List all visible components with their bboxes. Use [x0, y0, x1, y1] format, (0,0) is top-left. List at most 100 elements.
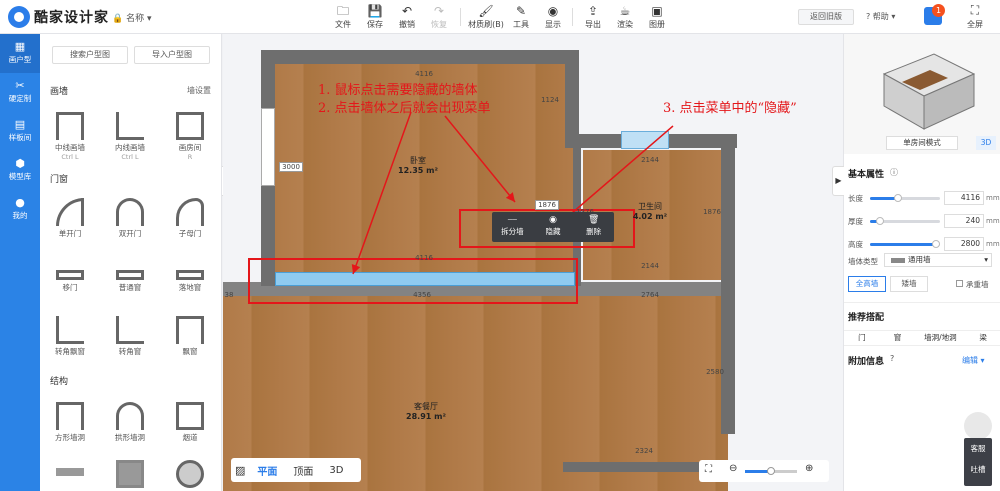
- beam-item[interactable]: [44, 460, 96, 478]
- help-menu[interactable]: ? 帮助 ▾: [866, 11, 895, 22]
- undo-button[interactable]: ↶ 撤销: [390, 3, 424, 30]
- project-name[interactable]: 🔒 名称 ▾: [112, 11, 151, 24]
- help-icon[interactable]: ?: [890, 354, 894, 363]
- square-opening-item[interactable]: 方形墙洞: [44, 402, 96, 443]
- tool-button[interactable]: ✎ 工具: [504, 3, 538, 30]
- nav-custom[interactable]: ✂ 硬定制: [0, 73, 40, 112]
- full-height-wall-tab[interactable]: 全高墙: [848, 276, 886, 292]
- square-pillar-item[interactable]: [104, 460, 156, 490]
- divider: [844, 302, 1000, 303]
- room-label-living[interactable]: 客餐厅 28.91 m²: [391, 402, 461, 422]
- zoom-out-icon[interactable]: ⊖: [729, 463, 737, 474]
- center-wall-tool[interactable]: 中线画墙 Ctrl L: [44, 112, 96, 161]
- dim-label: 4356: [413, 291, 431, 299]
- album-button[interactable]: ▣ 图册: [640, 3, 674, 30]
- bearing-wall-checkbox[interactable]: 承重墙: [956, 279, 989, 290]
- item-label: 移门: [62, 283, 78, 292]
- sliding-door-item[interactable]: 移门: [44, 260, 96, 293]
- mother-door-item[interactable]: 子母门: [164, 198, 216, 239]
- inner-wall-tool[interactable]: 内线画墙 Ctrl L: [104, 112, 156, 161]
- nav-draw-floorplan[interactable]: ▦ 画户型: [0, 34, 40, 73]
- single-room-mode-button[interactable]: 单房间模式: [886, 136, 958, 150]
- nav-model-library[interactable]: ⬢ 模型库: [0, 151, 40, 190]
- single-door-item[interactable]: 单开门: [44, 198, 96, 239]
- thickness-slider-knob[interactable]: [876, 217, 884, 225]
- hide-wall-button[interactable]: ◉ 隐藏: [533, 212, 574, 242]
- back-old-version-button[interactable]: 返回旧版: [798, 9, 854, 25]
- length-slider-knob[interactable]: [894, 194, 902, 202]
- window-item[interactable]: 普通窗: [104, 260, 156, 293]
- corner-window-item[interactable]: 转角窗: [104, 316, 156, 357]
- room-3d-preview[interactable]: 单房间模式 3D: [844, 34, 1000, 154]
- brush-icon: 🖌: [478, 4, 494, 18]
- nav-sample-room[interactable]: ▤ 样板间: [0, 112, 40, 151]
- chevron-down-icon: ▾: [984, 255, 988, 264]
- render-button[interactable]: ☕ 渲染: [608, 3, 642, 30]
- view-3d-button[interactable]: 3D: [325, 463, 347, 478]
- item-label: 双开门: [118, 229, 142, 238]
- item-label: 飘窗: [182, 347, 198, 356]
- logo[interactable]: 酷家设计家: [8, 6, 109, 28]
- 3d-mode-button[interactable]: 3D: [976, 136, 996, 150]
- arch-opening-icon: [116, 402, 144, 430]
- display-button[interactable]: ◉ 显示: [536, 3, 570, 30]
- zoom-slider-knob[interactable]: [767, 467, 775, 475]
- flue-item[interactable]: 烟道: [164, 402, 216, 443]
- length-input[interactable]: 4116: [944, 191, 984, 205]
- zoom-in-icon[interactable]: ⊕: [805, 463, 813, 474]
- recommend-window-tab[interactable]: 窗: [880, 331, 916, 345]
- info-icon[interactable]: ⓘ: [890, 167, 898, 178]
- arch-opening-item[interactable]: 拱形墙洞: [104, 402, 156, 443]
- recommend-beam-tab[interactable]: 梁: [965, 331, 1000, 345]
- wall-settings-link[interactable]: 墙设置: [187, 85, 211, 96]
- split-wall-button[interactable]: ⎯⎯ 拆分墙: [492, 212, 533, 242]
- collapse-right-panel-button[interactable]: ▶: [832, 166, 844, 196]
- save-button[interactable]: 💾 保存: [358, 3, 392, 30]
- fullscreen-button[interactable]: ⛶ 全屏: [963, 3, 987, 30]
- customer-service-button[interactable]: 客服: [964, 438, 992, 454]
- delete-wall-button[interactable]: 🗑 删除: [573, 212, 614, 242]
- thickness-slider[interactable]: [870, 217, 940, 225]
- layers-icon[interactable]: ▨: [235, 464, 245, 477]
- fit-view-icon[interactable]: ⛶: [705, 464, 712, 475]
- low-wall-tab[interactable]: 矮墙: [890, 276, 928, 292]
- search-floorplan-button[interactable]: 搜索户型图: [52, 46, 128, 64]
- file-icon: 🗀: [336, 4, 349, 18]
- floorplan-canvas[interactable]: 4116 1124 3000 2144 1876 1876 1876 4116 …: [223, 34, 843, 491]
- nav-mine[interactable]: ● 我的: [0, 190, 40, 229]
- height-slider-knob[interactable]: [932, 240, 940, 248]
- bay-window-item[interactable]: 飘窗: [164, 316, 216, 357]
- room-label-bedroom[interactable]: 卧室 12.35 m²: [383, 156, 453, 176]
- import-floorplan-button[interactable]: 导入户型图: [134, 46, 210, 64]
- zoom-slider[interactable]: [745, 467, 797, 475]
- round-pillar-item[interactable]: [164, 460, 216, 490]
- redo-button[interactable]: ↷ 恢复: [422, 3, 456, 30]
- brush-button[interactable]: 🖌 材质刷(B): [466, 3, 506, 30]
- draw-room-tool[interactable]: 画房间 R: [164, 112, 216, 161]
- recommend-door-tab[interactable]: 门: [844, 331, 880, 345]
- feedback-button[interactable]: 吐槽: [964, 454, 992, 475]
- toolbar-divider: [572, 8, 573, 26]
- height-slider[interactable]: [870, 240, 940, 248]
- thickness-input[interactable]: 240: [944, 214, 984, 228]
- view-ceiling-button[interactable]: 顶面: [289, 461, 317, 480]
- floor-window-item[interactable]: 落地窗: [164, 260, 216, 293]
- edit-extra-link[interactable]: 编辑 ▾: [962, 355, 985, 366]
- length-unit: mm: [986, 194, 1000, 202]
- recommend-opening-tab[interactable]: 墙洞/地洞: [915, 331, 965, 345]
- nav-label: 我的: [12, 211, 28, 220]
- export-button[interactable]: ⇪ 导出: [576, 3, 610, 30]
- wall-type-select[interactable]: 通用墙 ▾: [884, 253, 992, 267]
- length-slider[interactable]: [870, 194, 940, 202]
- corner-bay-window-item[interactable]: 转角飘窗: [44, 316, 96, 357]
- mother-door-icon: [176, 198, 204, 226]
- component-panel: 搜索户型图 导入户型图 画墙 墙设置 中线画墙 Ctrl L 内线画墙 Ctrl L…: [40, 34, 222, 491]
- view-plan-button[interactable]: 平面: [253, 461, 281, 480]
- toolbar-divider: [460, 8, 461, 26]
- file-button[interactable]: 🗀 文件: [326, 3, 360, 30]
- double-door-item[interactable]: 双开门: [104, 198, 156, 239]
- height-input[interactable]: 2800: [944, 237, 984, 251]
- room-label-bathroom[interactable]: 卫生间 4.02 m²: [615, 202, 685, 222]
- briefcase-icon: ▤: [14, 118, 26, 131]
- project-name-label: 名称: [126, 14, 145, 24]
